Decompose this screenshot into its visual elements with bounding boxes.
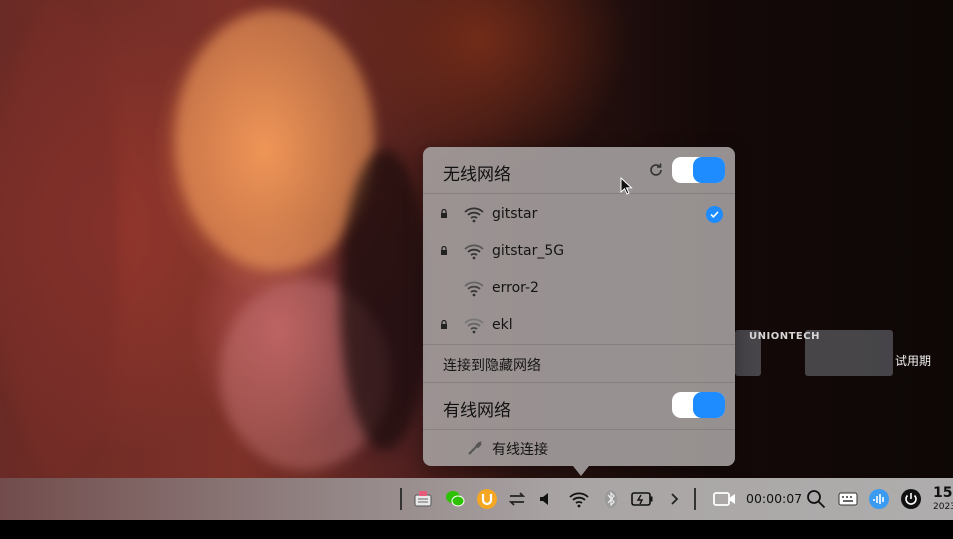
network-panel: 无线网络 gitstar gitstar_5G error-2 ekl 连接到隐…: [423, 147, 735, 476]
power-icon[interactable]: [899, 487, 923, 511]
wallpaper-rock-left: [0, 0, 120, 478]
bluetooth-icon[interactable]: [599, 487, 623, 511]
wireless-toggle[interactable]: [672, 157, 725, 183]
ethernet-icon: [468, 441, 482, 455]
connect-hidden-network-label: 连接到隐藏网络: [443, 358, 541, 374]
wired-connection-item[interactable]: 有线连接: [423, 430, 735, 466]
lock-icon: [441, 246, 447, 255]
wifi-ssid: gitstar: [492, 206, 538, 222]
wifi-network-item[interactable]: ekl: [423, 308, 735, 345]
clock-time[interactable]: 15: [933, 485, 952, 501]
expand-tray-chevron-icon[interactable]: [662, 487, 686, 511]
toggle-knob: [693, 392, 725, 418]
wifi-network-item[interactable]: gitstar: [423, 197, 735, 234]
wireless-header: 无线网络: [423, 147, 735, 193]
taskbar-separator: [400, 488, 402, 510]
connected-check-icon: [706, 206, 723, 223]
taskbar: 00:00:07 15 2023: [0, 478, 953, 520]
wifi-signal-icon: [464, 244, 484, 260]
wifi-signal-icon: [464, 281, 484, 297]
wifi-signal-icon: [464, 207, 484, 223]
wifi-ssid: gitstar_5G: [492, 243, 565, 259]
wired-title: 有线网络: [443, 401, 511, 421]
mouse-cursor-icon: [620, 177, 633, 195]
wifi-signal-icon: [464, 318, 484, 334]
lock-icon: [441, 320, 447, 329]
system-watermark: UNIONTECH 试用期: [735, 330, 931, 376]
search-icon[interactable]: [804, 487, 828, 511]
wifi-tray-icon[interactable]: [567, 487, 591, 511]
wifi-network-item[interactable]: error-2: [423, 271, 735, 308]
refresh-icon[interactable]: [647, 161, 665, 179]
clock-date[interactable]: 2023: [933, 502, 953, 512]
connect-hidden-network-item[interactable]: 连接到隐藏网络: [423, 345, 735, 382]
wired-header: 有线网络: [423, 383, 735, 429]
battery-icon[interactable]: [630, 487, 654, 511]
wechat-icon[interactable]: [443, 487, 467, 511]
divider: [423, 193, 735, 194]
recording-timer: 00:00:07: [746, 491, 803, 506]
assistant-icon[interactable]: [867, 487, 891, 511]
wired-toggle[interactable]: [672, 392, 725, 418]
keyboard-icon[interactable]: [836, 487, 860, 511]
input-method-icon[interactable]: [411, 487, 435, 511]
screen-bottom-edge: [0, 520, 953, 539]
wallpaper-shadow: [340, 150, 430, 450]
watermark-brand: UNIONTECH: [749, 331, 820, 342]
wired-connection-label: 有线连接: [492, 442, 548, 458]
screen-recording-icon[interactable]: [713, 487, 737, 511]
wifi-ssid: error-2: [492, 280, 539, 296]
transfer-icon[interactable]: [505, 487, 529, 511]
wireless-title: 无线网络: [443, 165, 511, 185]
watermark-trial-text: 试用期: [895, 354, 932, 368]
uos-app-icon[interactable]: [475, 487, 499, 511]
toggle-knob: [693, 157, 725, 183]
wifi-network-item[interactable]: gitstar_5G: [423, 234, 735, 271]
volume-icon[interactable]: [533, 487, 557, 511]
taskbar-separator: [694, 488, 696, 510]
lock-icon: [441, 209, 447, 218]
wifi-ssid: ekl: [492, 317, 513, 333]
